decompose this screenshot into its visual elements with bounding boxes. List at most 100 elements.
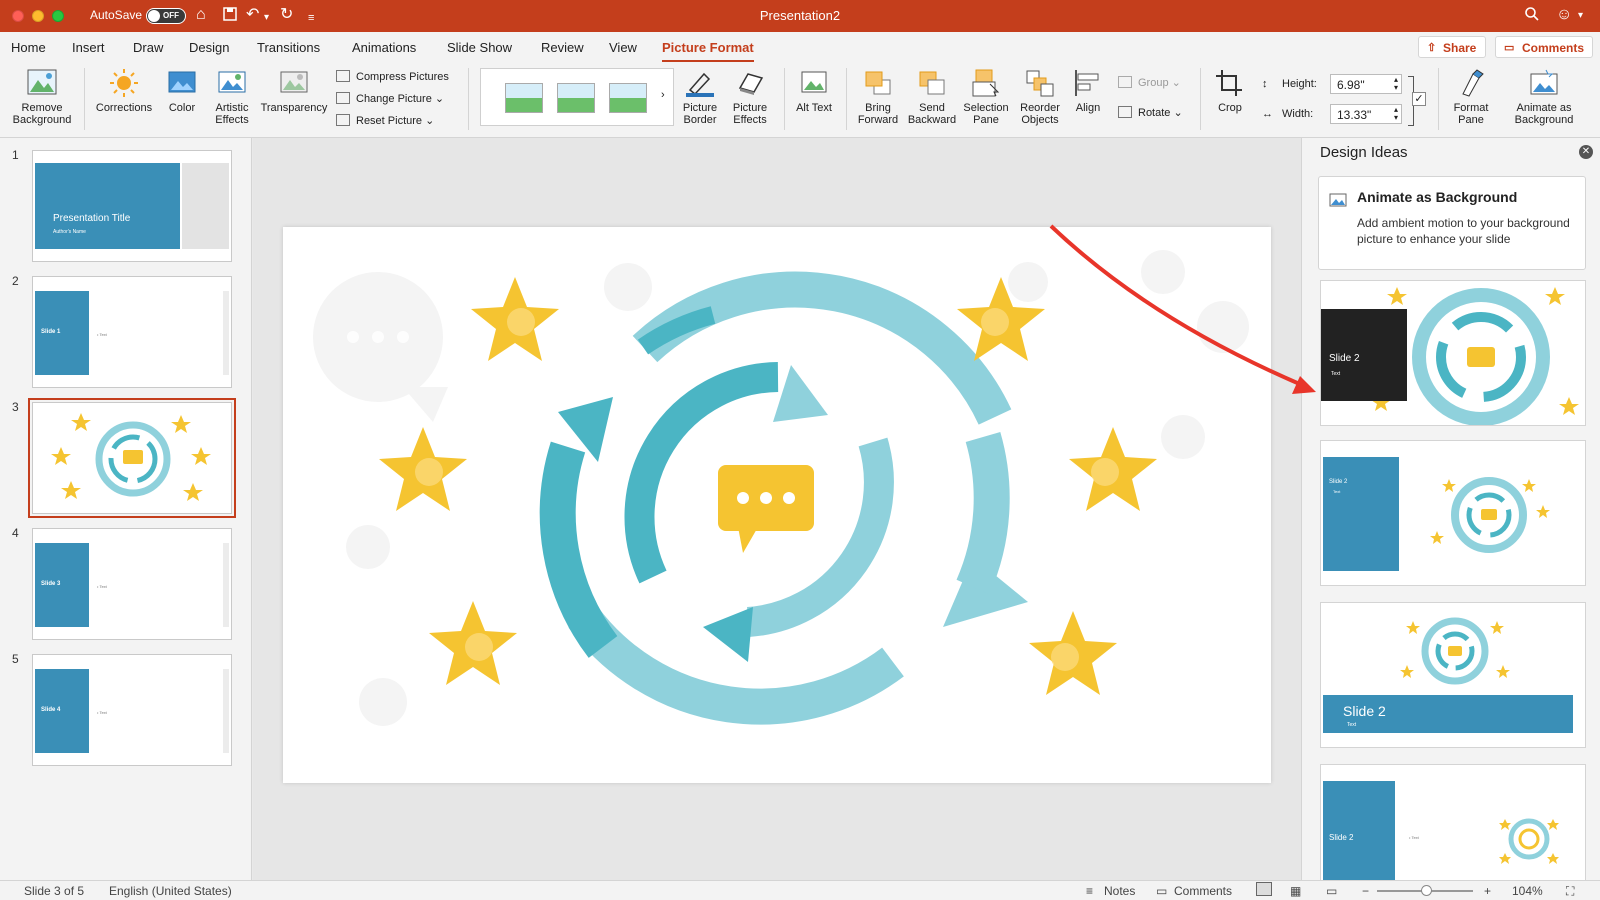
window-minimize-button[interactable] [32, 10, 44, 22]
send-backward-button[interactable]: Send Backward [906, 68, 958, 126]
current-slide[interactable] [283, 227, 1271, 783]
undo-dropdown-icon[interactable]: ▾ [264, 9, 269, 27]
comments-status-button[interactable]: Comments [1174, 884, 1232, 898]
picture-effects-button[interactable]: Picture Effects [726, 68, 774, 126]
rotate-button[interactable]: Rotate ⌄ [1118, 106, 1183, 119]
tab-transitions[interactable]: Transitions [257, 40, 320, 55]
share-button[interactable]: ⇧ Share [1418, 36, 1486, 58]
transparency-button[interactable]: Transparency [258, 68, 330, 114]
compress-pictures-button[interactable]: Compress Pictures [336, 70, 449, 83]
animate-as-background-button[interactable]: Animate as Background [1504, 68, 1584, 126]
group-button[interactable]: Group ⌄ [1118, 76, 1181, 89]
thumb-title: Slide 1 [41, 329, 61, 335]
tab-design[interactable]: Design [189, 40, 229, 55]
alt-text-button[interactable]: Alt Text [794, 68, 834, 114]
rotate-icon [1118, 106, 1132, 118]
slide-sorter-icon[interactable]: ▦ [1290, 884, 1301, 898]
reorder-objects-button[interactable]: Reorder Objects [1014, 68, 1066, 126]
width-field[interactable]: 13.33" ▴ ▾ [1330, 104, 1402, 124]
tab-draw[interactable]: Draw [133, 40, 163, 55]
tab-animations[interactable]: Animations [352, 40, 416, 55]
corrections-label: Corrections [95, 102, 153, 114]
animate-background-card[interactable]: Animate as Background Add ambient motion… [1318, 176, 1586, 270]
design-idea-1[interactable]: Slide 2 Text [1320, 280, 1586, 426]
idea-3-title: Slide 2 [1343, 703, 1386, 719]
slide-thumbnail-5[interactable]: Slide 4 • Text [32, 654, 232, 766]
format-pane-button[interactable]: Format Pane [1444, 68, 1498, 126]
height-stepper[interactable]: ▴ ▾ [1394, 76, 1398, 92]
idea-3-text: Text [1347, 722, 1357, 728]
picture-style-option[interactable] [505, 83, 543, 113]
thumb-cycle-graphic [51, 413, 211, 501]
customize-toolbar-icon[interactable]: ≡ [308, 9, 314, 27]
normal-view-icon[interactable] [1256, 882, 1272, 896]
idea-1-text: Text [1331, 371, 1341, 377]
undo-icon[interactable]: ↶ [246, 6, 259, 24]
search-icon[interactable] [1524, 6, 1540, 27]
tab-insert[interactable]: Insert [72, 40, 105, 55]
zoom-in-icon[interactable]: + [1484, 884, 1491, 898]
cycle-illustration[interactable] [283, 227, 1271, 783]
slide-number: 1 [12, 148, 19, 162]
slide-thumbnail-2[interactable]: Slide 1 • Text [32, 276, 232, 388]
change-picture-button[interactable]: Change Picture ⌄ [336, 92, 444, 105]
crop-button[interactable]: Crop [1208, 68, 1252, 114]
lock-aspect-checkbox[interactable]: ✓ [1412, 92, 1426, 106]
animate-background-icon [1329, 191, 1349, 207]
width-stepper[interactable]: ▴ ▾ [1394, 106, 1398, 122]
height-label: Height: [1282, 78, 1317, 90]
corrections-button[interactable]: Corrections [92, 68, 156, 114]
tab-view[interactable]: View [609, 40, 637, 55]
redo-icon[interactable]: ↻ [280, 6, 293, 24]
feedback-smiley-icon[interactable]: ☺ [1556, 6, 1572, 24]
design-idea-2[interactable]: Slide 2 Text [1320, 440, 1586, 586]
presenter-view-icon[interactable]: ▭ [1326, 884, 1337, 898]
chevron-down-icon: ⌄ [1173, 107, 1183, 119]
selection-pane-button[interactable]: Selection Pane [960, 68, 1012, 126]
picture-style-option[interactable] [557, 83, 595, 113]
thumb-title: Slide 3 [41, 581, 61, 587]
slide-thumbnail-4[interactable]: Slide 3 • Text [32, 528, 232, 640]
feedback-dropdown-icon[interactable]: ▾ [1578, 10, 1583, 21]
width-label: Width: [1282, 108, 1314, 120]
autosave-toggle[interactable]: OFF [146, 8, 186, 24]
comments-button[interactable]: ▭ Comments [1495, 36, 1593, 58]
bring-forward-button[interactable]: Bring Forward [852, 68, 904, 126]
window-maximize-button[interactable] [52, 10, 64, 22]
tab-home[interactable]: Home [11, 40, 46, 55]
align-label: Align [1075, 102, 1101, 114]
language-indicator[interactable]: English (United States) [109, 884, 232, 898]
tab-review[interactable]: Review [541, 40, 584, 55]
window-close-button[interactable] [12, 10, 24, 22]
reset-picture-button[interactable]: Reset Picture ⌄ [336, 114, 434, 127]
share-label: Share [1443, 41, 1477, 55]
ribbon-separator [84, 68, 85, 130]
picture-border-button[interactable]: Picture Border [676, 68, 724, 126]
picture-styles-gallery[interactable]: › [480, 68, 674, 126]
close-icon[interactable]: ✕ [1579, 145, 1593, 159]
width-icon: ↔ [1262, 108, 1273, 120]
align-icon [1072, 68, 1104, 98]
home-icon[interactable]: ⌂ [196, 6, 206, 24]
zoom-out-icon[interactable]: − [1362, 884, 1369, 898]
zoom-slider-knob[interactable] [1421, 885, 1432, 896]
height-field[interactable]: 6.98" ▴ ▾ [1330, 74, 1402, 94]
remove-background-button[interactable]: Remove Background [8, 68, 76, 126]
transparency-icon [278, 68, 310, 98]
design-idea-3[interactable]: Slide 2 Text [1320, 602, 1586, 748]
group-label: Group [1138, 77, 1169, 89]
slide-thumbnail-3[interactable] [28, 398, 236, 518]
align-button[interactable]: Align [1066, 68, 1110, 114]
design-idea-4[interactable]: Slide 2 • Text [1320, 764, 1586, 880]
artistic-effects-button[interactable]: Artistic Effects [206, 68, 258, 126]
color-button[interactable]: Color [160, 68, 204, 114]
fit-slide-icon[interactable]: ⛶ [1566, 884, 1574, 899]
notes-button[interactable]: Notes [1104, 884, 1135, 898]
tab-slide-show[interactable]: Slide Show [447, 40, 512, 55]
gallery-more-icon[interactable]: › [661, 89, 665, 101]
chat-bubble-icon [718, 465, 814, 553]
slide-thumbnail-1[interactable]: Presentation Title Author's Name [32, 150, 232, 262]
tab-picture-format[interactable]: Picture Format [662, 40, 754, 62]
save-icon[interactable] [222, 6, 238, 27]
picture-style-option[interactable] [609, 83, 647, 113]
